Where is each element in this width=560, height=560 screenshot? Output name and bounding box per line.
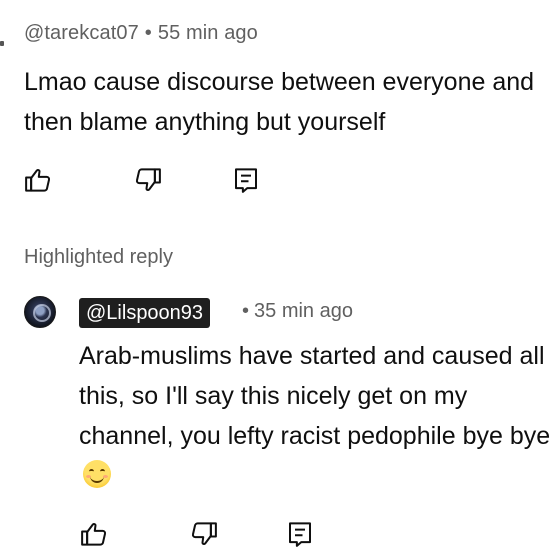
highlighted-reply-label: Highlighted reply (24, 246, 173, 268)
reply-text: Arab-muslims have started and caused all… (79, 336, 554, 496)
meta-separator: • (144, 22, 152, 44)
reply-text-content: Arab-muslims have started and caused all… (79, 342, 551, 450)
meta-separator: • (242, 300, 250, 322)
like-button[interactable] (76, 516, 112, 552)
comments-panel: @tarekcat07 • 55 min ago Lmao cause discou… (0, 0, 560, 560)
thumbs-up-icon (25, 168, 51, 192)
reply-button[interactable] (228, 162, 264, 198)
comment-text: Lmao cause discourse between everyone an… (24, 62, 560, 142)
user-avatar[interactable] (24, 296, 56, 328)
reply-actions (0, 516, 560, 556)
reply-meta: • 35 min ago (242, 300, 353, 323)
reply-button[interactable] (282, 516, 318, 552)
comment-text-line: then blame anything but yourself (24, 108, 386, 136)
comment-author[interactable]: @tarekcat07 (24, 22, 139, 44)
reply-time[interactable]: 35 min ago (254, 300, 353, 322)
avatar-edge (0, 41, 4, 46)
reply-author[interactable]: @Lilspoon93 (79, 298, 211, 328)
thumbs-down-icon (191, 522, 217, 546)
reply-comment-icon (289, 522, 311, 547)
dislike-button[interactable] (130, 162, 166, 198)
comment-actions (0, 162, 560, 202)
comment-meta: @tarekcat07 • 55 min ago (24, 22, 258, 45)
like-button[interactable] (20, 162, 56, 198)
thumbs-down-icon (135, 168, 161, 192)
comment-text-line: Lmao cause discourse between everyone an… (24, 68, 535, 96)
smiling-face-emoji (83, 460, 111, 488)
reply-comment-icon (235, 168, 257, 193)
dislike-button[interactable] (186, 516, 222, 552)
thumbs-up-icon (81, 522, 107, 546)
comment-time[interactable]: 55 min ago (158, 22, 258, 44)
